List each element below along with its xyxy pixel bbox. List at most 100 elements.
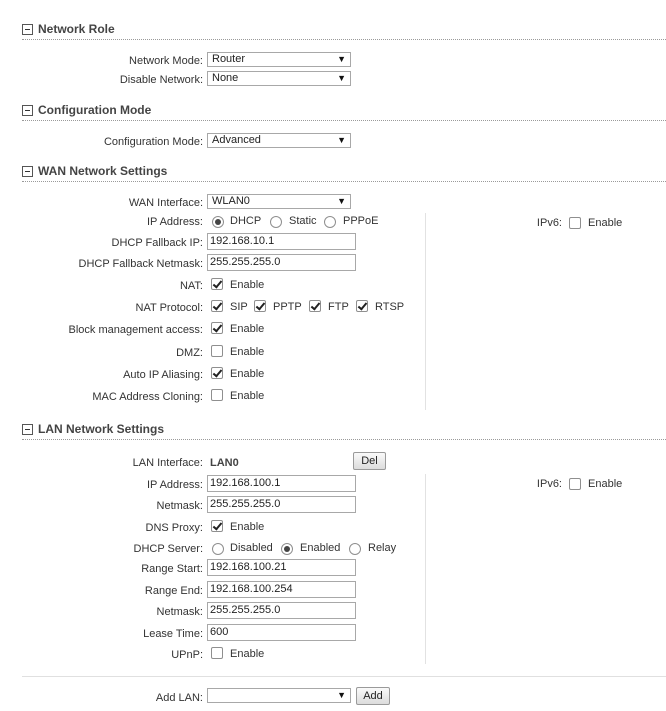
- dhcp-server-label: DHCP Server:: [133, 543, 203, 555]
- network-mode-select[interactable]: Router ▼: [207, 52, 351, 67]
- block-mgmt-label: Block management access:: [68, 324, 203, 336]
- radio-dhcp[interactable]: [212, 216, 224, 228]
- radio-dhcp-relay-label: Relay: [368, 542, 397, 554]
- section-title: WAN Network Settings: [38, 164, 168, 178]
- section-wan-settings: WAN Network Settings: [22, 164, 666, 182]
- disable-network-select[interactable]: None ▼: [207, 71, 351, 86]
- column-divider: [425, 474, 426, 664]
- radio-dhcp-enabled[interactable]: [281, 543, 293, 555]
- lan-ip-address-label: IP Address:: [146, 479, 203, 491]
- range-end-label: Range End:: [144, 585, 203, 597]
- nat-checkbox[interactable]: [211, 278, 223, 290]
- section-title: LAN Network Settings: [38, 422, 165, 436]
- dns-proxy-label: DNS Proxy:: [145, 522, 203, 534]
- wan-ip-address-label: IP Address:: [146, 216, 203, 228]
- configuration-mode-select[interactable]: Advanced ▼: [207, 133, 351, 148]
- radio-dhcp-label: DHCP: [230, 215, 262, 227]
- radio-dhcp-disabled[interactable]: [212, 543, 224, 555]
- wan-ipv6-label: IPv6:: [536, 217, 562, 229]
- lease-time-input[interactable]: 600: [207, 624, 356, 641]
- dhcp-netmask-label: Netmask:: [156, 606, 203, 618]
- lan-ipv6-label: IPv6:: [536, 478, 562, 490]
- lan-ipv6-enable-label: Enable: [588, 478, 623, 490]
- section-title: Configuration Mode: [38, 103, 152, 117]
- disable-network-value: None: [212, 72, 239, 84]
- nat-enable-label: Enable: [230, 279, 265, 291]
- lan-ip-address-input[interactable]: 192.168.100.1: [207, 475, 356, 492]
- dns-proxy-enable-label: Enable: [230, 521, 265, 533]
- network-mode-value: Router: [212, 53, 246, 65]
- nat-ftp-label: FTP: [328, 301, 349, 313]
- auto-ip-enable-label: Enable: [230, 368, 265, 380]
- collapse-toggle-icon[interactable]: [22, 24, 33, 35]
- radio-static[interactable]: [270, 216, 282, 228]
- del-button[interactable]: Del: [353, 452, 386, 470]
- column-divider: [425, 213, 426, 410]
- lan-interface-value: LAN0: [210, 457, 239, 469]
- configuration-mode-label: Configuration Mode:: [103, 136, 203, 148]
- radio-pppoe[interactable]: [324, 216, 336, 228]
- configuration-mode-value: Advanced: [212, 134, 261, 146]
- range-start-label: Range Start:: [141, 563, 203, 575]
- dhcp-netmask-input[interactable]: 255.255.255.0: [207, 602, 356, 619]
- dhcp-fallback-netmask-label: DHCP Fallback Netmask:: [78, 258, 204, 270]
- section-network-role: Network Role: [22, 22, 666, 40]
- collapse-toggle-icon[interactable]: [22, 424, 33, 435]
- lan-netmask-label: Netmask:: [156, 500, 203, 512]
- add-lan-button[interactable]: Add: [356, 687, 390, 705]
- mac-clone-checkbox[interactable]: [211, 389, 223, 401]
- lan-interface-label: LAN Interface:: [132, 457, 203, 469]
- upnp-label: UPnP:: [171, 649, 203, 661]
- dmz-enable-label: Enable: [230, 346, 265, 358]
- upnp-enable-label: Enable: [230, 648, 265, 660]
- radio-dhcp-relay[interactable]: [349, 543, 361, 555]
- dhcp-fallback-ip-input[interactable]: 192.168.10.1: [207, 233, 356, 250]
- add-lan-label: Add LAN:: [155, 692, 203, 704]
- nat-ftp-checkbox[interactable]: [309, 300, 321, 312]
- wan-interface-value: WLAN0: [212, 195, 250, 207]
- dropdown-arrow-icon: ▼: [337, 73, 346, 83]
- mac-clone-label: MAC Address Cloning:: [92, 391, 203, 403]
- auto-ip-checkbox[interactable]: [211, 367, 223, 379]
- collapse-toggle-icon[interactable]: [22, 105, 33, 116]
- dhcp-fallback-netmask-input[interactable]: 255.255.255.0: [207, 254, 356, 271]
- section-lan-settings: LAN Network Settings: [22, 422, 666, 440]
- block-mgmt-enable-label: Enable: [230, 323, 265, 335]
- auto-ip-label: Auto IP Aliasing:: [123, 369, 203, 381]
- add-lan-select[interactable]: ▼: [207, 688, 351, 703]
- upnp-checkbox[interactable]: [211, 647, 223, 659]
- nat-sip-label: SIP: [230, 301, 248, 313]
- disable-network-label: Disable Network:: [119, 74, 203, 86]
- dns-proxy-checkbox[interactable]: [211, 520, 223, 532]
- block-mgmt-checkbox[interactable]: [211, 322, 223, 334]
- lan-ipv6-checkbox[interactable]: [569, 478, 581, 490]
- dropdown-arrow-icon: ▼: [337, 196, 346, 206]
- radio-dhcp-disabled-label: Disabled: [230, 542, 273, 554]
- lan-netmask-input[interactable]: 255.255.255.0: [207, 496, 356, 513]
- wan-ipv6-enable-label: Enable: [588, 217, 623, 229]
- dropdown-arrow-icon: ▼: [337, 690, 346, 700]
- wan-ipv6-checkbox[interactable]: [569, 217, 581, 229]
- radio-static-label: Static: [289, 215, 317, 227]
- nat-sip-checkbox[interactable]: [211, 300, 223, 312]
- nat-rtsp-label: RTSP: [375, 301, 405, 313]
- range-start-input[interactable]: 192.168.100.21: [207, 559, 356, 576]
- divider: [22, 676, 666, 677]
- dmz-checkbox[interactable]: [211, 345, 223, 357]
- dhcp-fallback-ip-label: DHCP Fallback IP:: [111, 237, 204, 249]
- lease-time-label: Lease Time:: [143, 628, 203, 640]
- nat-pptp-checkbox[interactable]: [254, 300, 266, 312]
- nat-label: NAT:: [179, 280, 203, 292]
- nat-pptp-label: PPTP: [273, 301, 302, 313]
- network-mode-label: Network Mode:: [129, 55, 203, 67]
- mac-clone-enable-label: Enable: [230, 390, 265, 402]
- section-title: Network Role: [38, 22, 115, 36]
- radio-dhcp-enabled-label: Enabled: [300, 542, 341, 554]
- dropdown-arrow-icon: ▼: [337, 54, 346, 64]
- wan-interface-select[interactable]: WLAN0 ▼: [207, 194, 351, 209]
- nat-rtsp-checkbox[interactable]: [356, 300, 368, 312]
- range-end-input[interactable]: 192.168.100.254: [207, 581, 356, 598]
- dropdown-arrow-icon: ▼: [337, 135, 346, 145]
- collapse-toggle-icon[interactable]: [22, 166, 33, 177]
- section-configuration-mode: Configuration Mode: [22, 103, 666, 121]
